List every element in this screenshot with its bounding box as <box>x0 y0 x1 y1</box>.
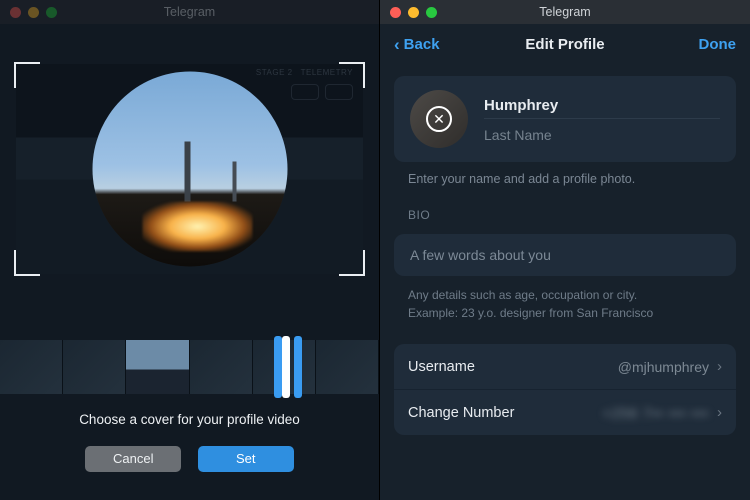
change-number-row[interactable]: Change Number +256 7•• ••• ••• › <box>394 389 736 435</box>
close-window-icon[interactable] <box>10 7 21 18</box>
change-number-label: Change Number <box>408 405 514 421</box>
timeline-playhead[interactable] <box>298 336 324 398</box>
crop-handle-br[interactable] <box>339 250 365 276</box>
fullscreen-window-icon[interactable] <box>426 7 437 18</box>
titlebar: Telegram <box>380 0 750 24</box>
timeline-thumb[interactable] <box>0 340 63 394</box>
username-row[interactable]: Username @mjhumphrey › <box>394 344 736 389</box>
crop-handle-bl[interactable] <box>14 250 40 276</box>
traffic-lights <box>0 7 57 18</box>
first-name-input[interactable]: Humphrey <box>484 93 720 119</box>
username-label: Username <box>408 359 475 375</box>
crop-handle-tl[interactable] <box>14 62 40 88</box>
set-button[interactable]: Set <box>198 446 294 472</box>
avatar[interactable]: ✕ <box>410 90 468 148</box>
bio-hint: Any details such as age, occupation or c… <box>408 286 736 322</box>
traffic-lights <box>380 7 437 18</box>
chevron-right-icon: › <box>717 404 722 421</box>
titlebar: Telegram <box>0 0 379 24</box>
chevron-right-icon: › <box>717 358 722 375</box>
crop-circle-mask[interactable] <box>92 72 287 267</box>
back-label: Back <box>404 36 440 53</box>
last-name-input[interactable]: Last Name <box>484 119 720 145</box>
timeline-thumb[interactable] <box>316 340 379 394</box>
bio-input[interactable]: A few words about you <box>410 247 720 263</box>
cancel-button[interactable]: Cancel <box>85 446 181 472</box>
video-crop-canvas[interactable]: STAGE 2 TELEMETRY <box>16 64 363 274</box>
done-button[interactable]: Done <box>699 36 737 53</box>
button-row: Cancel Set <box>0 446 379 472</box>
timeline-thumb[interactable] <box>63 340 126 394</box>
name-hint: Enter your name and add a profile photo. <box>408 172 736 186</box>
timeline-thumb[interactable] <box>190 340 253 394</box>
back-button[interactable]: ‹ Back <box>394 36 440 53</box>
name-card: ✕ Humphrey Last Name <box>394 76 736 162</box>
navbar: ‹ Back Edit Profile Done <box>380 24 750 64</box>
username-value: @mjhumphrey <box>618 359 709 375</box>
bio-section-label: BIO <box>408 208 736 222</box>
phone-number-value: +256 7•• ••• ••• <box>603 405 709 421</box>
cover-picker-window: Telegram STAGE 2 TELEMETRY Choose a cove… <box>0 0 380 500</box>
minimize-window-icon[interactable] <box>408 7 419 18</box>
prompt-text: Choose a cover for your profile video <box>0 412 379 427</box>
settings-list: Username @mjhumphrey › Change Number +25… <box>394 344 736 435</box>
bio-card: A few words about you <box>394 234 736 276</box>
timeline-thumb[interactable] <box>126 340 189 394</box>
edit-profile-window: Telegram ‹ Back Edit Profile Done ✕ Hump… <box>380 0 750 500</box>
fullscreen-window-icon[interactable] <box>46 7 57 18</box>
minimize-window-icon[interactable] <box>28 7 39 18</box>
remove-photo-icon[interactable]: ✕ <box>426 106 452 132</box>
chevron-left-icon: ‹ <box>394 36 400 53</box>
close-window-icon[interactable] <box>390 7 401 18</box>
crop-handle-tr[interactable] <box>339 62 365 88</box>
video-timeline[interactable] <box>0 340 379 394</box>
